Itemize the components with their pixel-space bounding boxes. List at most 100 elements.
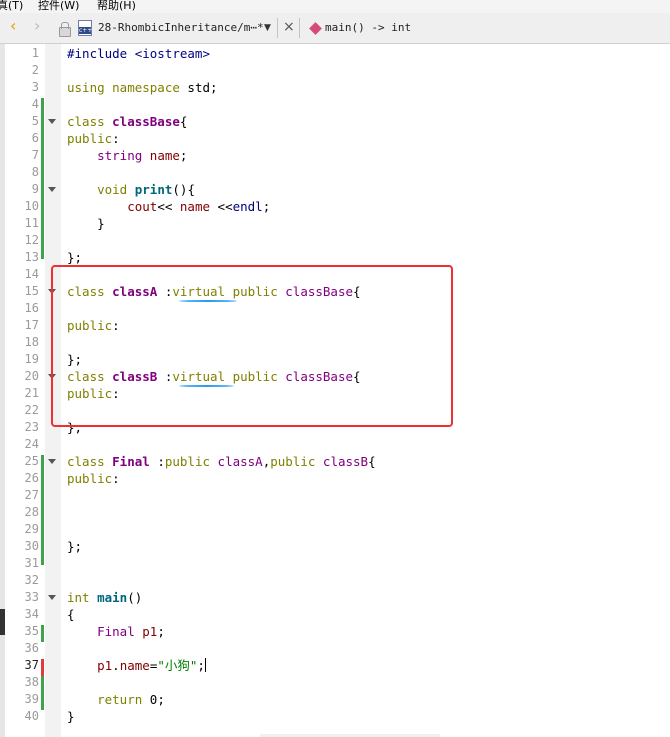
unsaved-change-marker: [41, 659, 44, 676]
code-token: main: [97, 590, 128, 605]
line-number: 22: [24, 403, 39, 417]
line-number-gutter: 1 2 3 4 5 6 7 8 9 10 11 12 13 14 15 16 17 18 19 20 21 22 23 24 2…: [5, 44, 45, 737]
code-token: cout: [127, 199, 158, 214]
line-number: 26: [24, 471, 39, 485]
code-token: using namespace: [67, 80, 188, 95]
line-number: 16: [24, 301, 39, 315]
line-number: 13: [24, 250, 39, 264]
line-number: 31: [24, 556, 39, 570]
line-number: 23: [24, 420, 39, 434]
line-number: 27: [24, 488, 39, 502]
line-number: 39: [24, 692, 39, 706]
line-number: 34: [24, 607, 39, 621]
lock-icon[interactable]: [59, 22, 71, 37]
line-number: 30: [24, 539, 39, 553]
line-number: 14: [24, 267, 39, 281]
code-line: void print(){: [67, 181, 195, 198]
highlight-box: [51, 265, 453, 427]
cpp-file-icon: [78, 20, 92, 36]
code-token: endl: [232, 199, 263, 214]
code-token: (): [127, 590, 143, 605]
function-selector[interactable]: main() -> int: [325, 19, 411, 37]
code-token: p1: [142, 624, 158, 639]
line-number: 7: [31, 148, 39, 162]
change-marker: [41, 455, 44, 565]
code-token: {: [67, 607, 75, 622]
code-line: using namespace std;: [67, 79, 218, 96]
code-line: int main(): [67, 589, 142, 606]
line-number: 9: [31, 182, 39, 196]
code-line: }: [67, 215, 105, 232]
code-token: int: [67, 590, 98, 605]
code-token: Final: [112, 454, 150, 469]
line-number: 32: [24, 573, 39, 587]
code-token: ;: [210, 80, 218, 95]
code-token: classB: [322, 454, 369, 469]
code-token: class: [67, 114, 113, 129]
fold-toggle-icon[interactable]: [48, 595, 56, 600]
fold-toggle-icon[interactable]: [48, 187, 56, 192]
code-token: "小狗": [157, 658, 198, 673]
chevron-down-icon[interactable]: ▼: [264, 19, 271, 37]
toolbar-divider: [299, 18, 300, 38]
code-token: Final: [97, 624, 143, 639]
code-token: print: [134, 182, 173, 197]
code-token: public: [270, 454, 323, 469]
menu-item-tools[interactable]: 真(T): [0, 0, 23, 13]
code-line: string name;: [67, 147, 187, 164]
fold-toggle-icon[interactable]: [48, 119, 56, 124]
code-token: ;: [197, 658, 205, 673]
line-number: 11: [24, 216, 39, 230]
line-number: 40: [24, 709, 39, 723]
line-number: 37: [24, 658, 39, 672]
line-number: 36: [24, 641, 39, 655]
line-number: 3: [31, 80, 39, 94]
virtual-underline-classB: [179, 385, 234, 387]
code-token: void: [97, 182, 135, 197]
virtual-underline-classA: [179, 300, 237, 302]
back-arrow-icon[interactable]: ‹: [10, 17, 16, 35]
line-number: 38: [24, 675, 39, 689]
code-line: p1.name="小狗";: [67, 657, 206, 674]
line-number: 6: [31, 131, 39, 145]
line-number: 4: [31, 97, 39, 111]
code-token: return: [97, 692, 150, 707]
change-marker: [41, 98, 44, 259]
code-line: class classBase{: [67, 113, 187, 130]
line-number: 19: [24, 352, 39, 366]
fold-toggle-icon[interactable]: [48, 459, 56, 464]
code-line: #include <iostream>: [67, 45, 210, 62]
forward-arrow-icon[interactable]: ›: [34, 17, 40, 35]
code-token: <<: [210, 199, 233, 214]
code-token: :: [112, 471, 120, 486]
code-line: cout<< name <<endl;: [67, 198, 270, 215]
code-line: public:: [67, 470, 120, 487]
line-number: 24: [24, 437, 39, 451]
code-token: name: [119, 658, 150, 673]
close-icon[interactable]: ×: [283, 18, 295, 36]
code-token: :: [112, 131, 120, 146]
toolbar-divider: [277, 18, 278, 38]
code-token: };: [67, 250, 83, 265]
code-token: :: [149, 454, 165, 469]
menu-item-controls[interactable]: 控件(W): [38, 0, 79, 13]
code-token: }: [67, 709, 75, 724]
line-number: 12: [24, 233, 39, 247]
code-token: name: [179, 199, 211, 214]
line-number: 33: [24, 590, 39, 604]
menu-item-help[interactable]: 帮助(H): [97, 0, 136, 13]
line-number: 5: [31, 114, 39, 128]
code-line: }: [67, 708, 75, 725]
code-token: {: [179, 114, 188, 129]
code-token: <<: [157, 199, 180, 214]
line-number: 18: [24, 335, 39, 349]
code-token: };: [67, 539, 83, 554]
line-number: 2: [31, 63, 39, 77]
function-symbol-icon: [309, 22, 322, 35]
open-file-name[interactable]: 28-RhombicInheritance/m⋯*: [98, 19, 264, 37]
code-token: class: [67, 454, 113, 469]
